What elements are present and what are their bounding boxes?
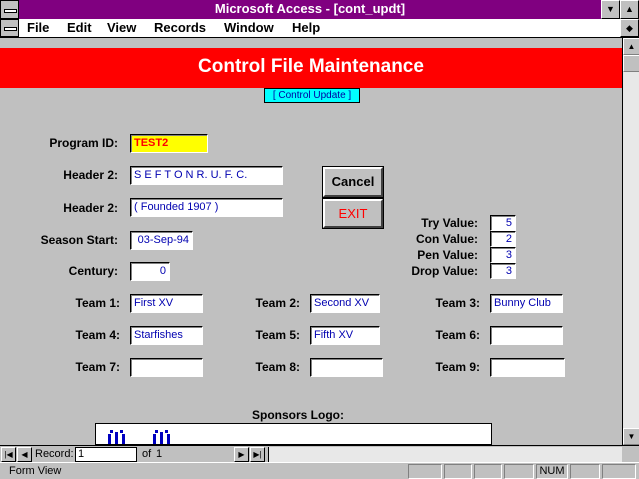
century-label: Century: [68,264,118,278]
form-header: Control File Maintenance [0,48,622,88]
header2b-field[interactable]: ( Founded 1907 ) [130,198,283,217]
of-label: of [142,448,152,460]
con-value-field[interactable]: 2 [490,231,516,247]
status-panel [408,464,442,479]
program-id-label: Program ID: [49,136,118,150]
team-label: Team 4: [75,328,120,342]
century-field[interactable]: 0 [130,262,170,281]
window-title: Microsoft Access - [cont_updt] [214,1,406,16]
previous-record-icon[interactable]: ◀ [17,447,32,462]
team-label: Team 8: [255,360,300,374]
drop-value-label: Drop Value: [411,264,478,278]
maximize-icon[interactable]: ▲ [620,0,639,19]
pen-value-label: Pen Value: [417,248,478,262]
status-panel [570,464,600,479]
scroll-thumb[interactable] [623,55,639,72]
exit-button[interactable]: EXIT [322,198,384,229]
sponsors-logo-frame [95,423,492,445]
header2a-field[interactable]: S E F T O N R. U. F. C. [130,166,283,185]
team-8-field[interactable] [310,358,383,377]
record-number-input[interactable]: 1 [75,447,137,462]
vertical-scrollbar[interactable]: ▲ ▼ [622,38,639,445]
program-id-field[interactable]: TEST2 [130,134,208,153]
cancel-button[interactable]: Cancel [322,166,384,198]
con-value-label: Con Value: [415,232,478,246]
header2a-label: Header 2: [63,168,118,182]
first-record-icon[interactable]: |◀ [1,447,16,462]
system-menu-icon[interactable] [0,0,19,19]
status-panel [444,464,472,479]
scroll-up-icon[interactable]: ▲ [623,38,639,55]
menu-window[interactable]: Window [224,20,274,35]
try-value-field[interactable]: 5 [490,215,516,231]
season-start-label: Season Start: [40,233,118,247]
season-start-field[interactable]: 03-Sep-94 [130,231,193,250]
status-panel [474,464,502,479]
title-bar: Microsoft Access - [cont_updt] ▼ ▲ [0,0,639,19]
sponsors-logo-label: Sponsors Logo: [252,408,344,422]
team-label: Team 5: [255,328,300,342]
status-panel [602,464,636,479]
team-6-field[interactable] [490,326,563,345]
team-label: Team 7: [75,360,120,374]
team-label: Team 6: [435,328,480,342]
team-5-field[interactable]: Fifth XV [310,326,380,345]
record-navigation-bar: |◀ ◀ Record: 1 of 1 ▶ ▶| [0,445,639,462]
record-count: 1 [156,448,163,460]
menu-view[interactable]: View [107,20,136,35]
record-label: Record: [35,448,74,460]
team-4-field[interactable]: Starfishes [130,326,203,345]
horizontal-scrollbar[interactable] [268,447,622,462]
status-bar: Form View NUM [0,462,639,479]
team-label: Team 9: [435,360,480,374]
menu-bar: File Edit View Records Window Help ◆ [0,19,639,38]
sponsor-logo-icon [153,430,170,444]
header2b-label: Header 2: [63,201,118,215]
team-9-field[interactable] [490,358,565,377]
team-1-field[interactable]: First XV [130,294,203,313]
team-label: Team 1: [75,296,120,310]
num-lock-indicator: NUM [536,464,568,479]
team-3-field[interactable]: Bunny Club [490,294,563,313]
menu-help[interactable]: Help [292,20,320,35]
drop-value-field[interactable]: 3 [490,263,516,279]
next-record-icon[interactable]: ▶ [234,447,249,462]
restore-icon[interactable]: ◆ [620,19,639,37]
status-panel [504,464,534,479]
menu-file[interactable]: File [27,20,49,35]
team-label: Team 2: [255,296,300,310]
menu-records[interactable]: Records [154,20,206,35]
team-label: Team 3: [435,296,480,310]
try-value-label: Try Value: [421,216,478,230]
control-update-button[interactable]: [ Control Update ] [264,88,360,103]
scroll-down-icon[interactable]: ▼ [623,428,639,445]
minimize-icon[interactable]: ▼ [601,0,620,19]
team-7-field[interactable] [130,358,203,377]
last-record-icon[interactable]: ▶| [250,447,265,462]
pen-value-field[interactable]: 3 [490,247,516,263]
menu-edit[interactable]: Edit [67,20,92,35]
document-menu-icon[interactable] [0,19,19,37]
team-2-field[interactable]: Second XV [310,294,380,313]
status-text: Form View [9,465,62,477]
sponsor-logo-icon [108,430,125,444]
